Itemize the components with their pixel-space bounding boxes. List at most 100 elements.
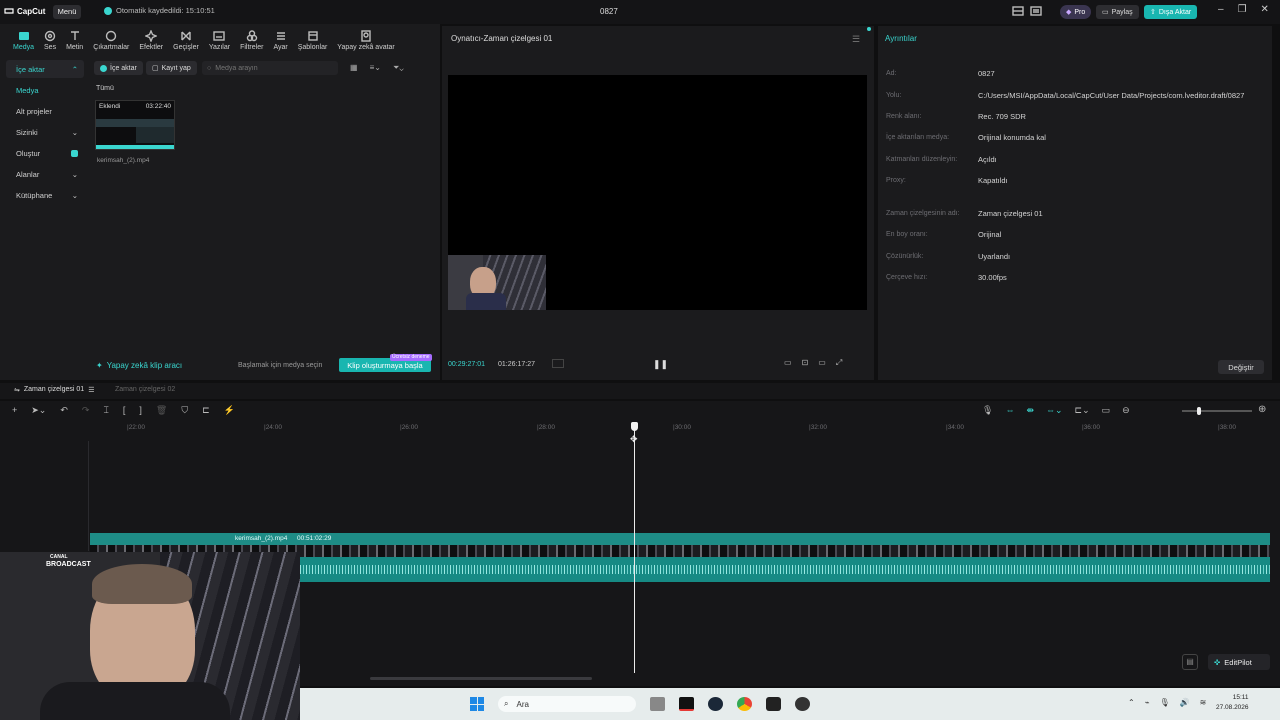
tool-effects[interactable]: Efektler (134, 26, 168, 54)
zoom-fit-icon[interactable]: ⊡ (802, 358, 809, 368)
timeline-scrollbar[interactable] (370, 677, 592, 680)
record-button[interactable]: ▢ Kayıt yap (146, 61, 197, 75)
tool-transitions[interactable]: Geçişler (168, 26, 204, 54)
pause-icon[interactable]: ❚❚ (653, 359, 668, 370)
tool-adjust[interactable]: Ayar (268, 26, 292, 54)
zoom-out-icon[interactable]: ⊖ (1122, 405, 1130, 416)
ruler-tick: |36:00 (1082, 424, 1100, 431)
detail-label: Ad: (886, 69, 897, 77)
select-tool-icon[interactable]: ➤⌄ (31, 405, 46, 416)
sidebar-item-subprojects[interactable]: Alt projeler (6, 102, 84, 120)
playhead-handle[interactable] (631, 422, 638, 431)
zoom-slider[interactable] (1182, 407, 1252, 415)
template-icon (307, 30, 318, 41)
tool-audio[interactable]: Ses (39, 26, 61, 54)
shortcut-icon[interactable] (1030, 6, 1042, 16)
zoom-in-icon[interactable]: ⊕ (1258, 404, 1266, 415)
marker-icon[interactable]: ⛉ (181, 405, 188, 416)
task-view-icon[interactable] (650, 697, 665, 711)
webcam-overlay[interactable] (448, 255, 546, 310)
sidebar-item-import[interactable]: İçe aktar ⌃ (6, 60, 84, 78)
microphone-icon[interactable]: 🎙 (1160, 698, 1170, 707)
maximize-icon[interactable]: ❐ (1238, 4, 1247, 15)
sidebar-item-yours[interactable]: Sizinki ⌄ (6, 123, 84, 141)
video-clip-header[interactable]: kerimsah_(2).mp4 00:51:02:29 (90, 533, 1270, 545)
import-button[interactable]: İçe aktar (94, 61, 143, 75)
tool-ai-avatar[interactable]: Yapay zekâ avatar (332, 26, 399, 54)
tool-captions[interactable]: Yazılar (204, 26, 235, 54)
taskbar-search[interactable]: ⌕ Ara (498, 696, 636, 712)
editpilot-button[interactable]: ✜ EditPilot (1208, 654, 1270, 670)
undo-icon[interactable]: ↶ (60, 405, 68, 416)
timeline-grid-icon[interactable] (552, 359, 564, 368)
zoom-slider-handle[interactable] (1197, 407, 1201, 415)
redo-icon[interactable]: ↷ (82, 405, 90, 416)
close-icon[interactable]: ✕ (1261, 4, 1269, 15)
tool-filters[interactable]: Filtreler (235, 26, 268, 54)
layout-icon[interactable] (1012, 6, 1024, 16)
wifi-icon[interactable]: ≋ (1200, 698, 1207, 707)
preview-axis-icon[interactable]: ⊏⌄ (1075, 405, 1090, 416)
trim-left-icon[interactable]: [ (123, 405, 126, 416)
steam-icon[interactable] (708, 697, 723, 711)
all-filter-label[interactable]: Tümü (96, 85, 114, 92)
sort-icon[interactable]: ≡⌄ (370, 63, 381, 73)
tool-stickers[interactable]: Çıkartmalar (88, 26, 134, 54)
tool-text[interactable]: Metin (61, 26, 88, 54)
taskbar-clock[interactable]: 15:11 27.08.2026 (1216, 693, 1249, 713)
video-preview[interactable] (448, 75, 867, 310)
volume-icon[interactable]: 🔊 (1180, 698, 1190, 707)
capcut-app-icon[interactable] (679, 697, 694, 711)
trim-right-icon[interactable]: ] (139, 405, 142, 416)
sidebar-item-label: Alanlar (16, 169, 40, 179)
details-tab[interactable]: Ayrıntılar (885, 34, 917, 43)
network-icon[interactable]: ⌁ (1145, 698, 1150, 707)
close-tab-icon[interactable]: ☰ (88, 386, 94, 394)
share-button[interactable]: ▭ Paylaş (1096, 5, 1139, 19)
grid-view-icon[interactable]: ▦ (350, 63, 358, 73)
fullscreen-icon[interactable]: ⤢ (836, 358, 842, 368)
quality-icon[interactable]: ▭ (784, 358, 792, 368)
tool-templates[interactable]: Şablonlar (293, 26, 333, 54)
modify-button[interactable]: Değiştir (1218, 360, 1264, 374)
playhead-line[interactable] (634, 423, 635, 673)
sidebar-item-label: İçe aktar (16, 64, 45, 74)
add-track-icon[interactable]: + (12, 405, 17, 416)
microphone-icon[interactable]: 🎙 (982, 405, 993, 416)
menu-button[interactable]: Menü (53, 5, 81, 19)
tab-timeline-02[interactable]: Zaman çizelgesi 02 (115, 386, 175, 393)
pro-button[interactable]: ◆ Pro (1060, 5, 1092, 19)
snap-icon[interactable]: ⇼ (1026, 405, 1034, 416)
chevron-down-icon: ⌄ (71, 169, 78, 179)
detail-value: Kapatıldı (978, 175, 1008, 185)
media-search[interactable]: ○ (202, 61, 338, 75)
filter-icon[interactable]: ⏷⌄ (393, 63, 404, 73)
app-icon[interactable] (795, 697, 810, 711)
delete-icon[interactable]: 🗑 (156, 405, 167, 416)
player-menu-icon[interactable]: ☰ (852, 34, 860, 45)
sidebar-item-media[interactable]: Medya (6, 81, 84, 99)
media-clip-thumbnail[interactable]: Eklendi 03:22:40 (95, 100, 175, 150)
ratio-icon[interactable]: ▭ (818, 358, 826, 368)
search-input[interactable] (215, 64, 326, 72)
chevron-up-icon[interactable]: ⌃ (1128, 698, 1135, 707)
tab-timeline-01[interactable]: ⇋ Zaman çizelgesi 01 ☰ (14, 386, 94, 394)
thumbnail-toggle-icon[interactable]: ▭ (1102, 405, 1111, 416)
ai-clip-tool[interactable]: ✦ Yapay zekâ klip aracı (96, 361, 182, 370)
chrome-icon[interactable] (737, 697, 752, 711)
magic-icon[interactable]: ⚡ (224, 405, 235, 416)
sidebar-item-spaces[interactable]: Alanlar ⌄ (6, 165, 84, 183)
sidebar-item-library[interactable]: Kütüphane ⌄ (6, 186, 84, 204)
clipboard-icon[interactable]: ▤ (1182, 654, 1198, 670)
minimize-icon[interactable]: – (1218, 4, 1224, 15)
capcut-taskbar-icon[interactable] (766, 697, 781, 711)
link-main-icon[interactable]: ⇔ (1005, 405, 1014, 416)
windows-start-icon[interactable] (470, 697, 484, 711)
tool-media[interactable]: Medya (8, 26, 39, 54)
split-icon[interactable]: ⌶ (103, 405, 108, 416)
freeze-icon[interactable]: ⊏ (202, 405, 210, 416)
time-ruler[interactable]: |22:00 |24:00 |26:00 |28:00 |30:00 |32:0… (0, 421, 1280, 435)
sidebar-item-create[interactable]: Oluştur (6, 144, 84, 162)
link-clips-icon[interactable]: ⇔⌄ (1046, 405, 1063, 416)
export-button[interactable]: ⇧ Dışa Aktar (1144, 5, 1198, 19)
